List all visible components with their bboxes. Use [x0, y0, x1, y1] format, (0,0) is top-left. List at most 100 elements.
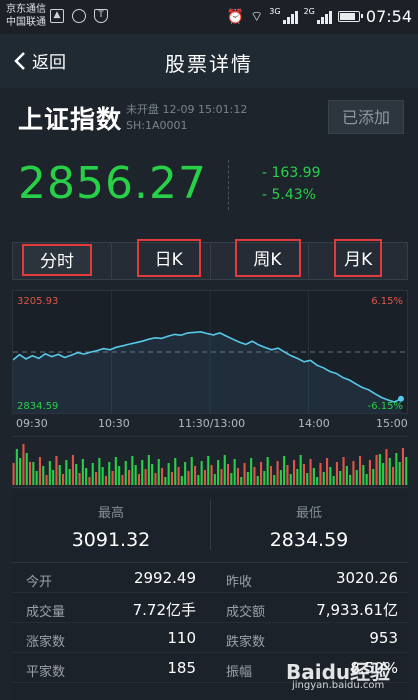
image-icon: ▲ — [50, 9, 64, 23]
volume-bar — [276, 461, 279, 485]
added-button[interactable]: 已添加 — [328, 100, 404, 134]
tab-intraday[interactable]: 分时 — [13, 243, 112, 279]
volume-bar — [289, 474, 292, 485]
volume-bar — [177, 467, 180, 485]
volume-bar — [220, 469, 223, 485]
volume-bar — [32, 462, 35, 485]
volume-bar — [256, 476, 259, 485]
tab-label: 月K — [334, 239, 383, 277]
volume-bar — [98, 458, 101, 485]
stat-label: 涨家数 — [26, 635, 66, 650]
time-tick: 09:30 — [16, 417, 48, 430]
time-tick: 10:30 — [98, 417, 130, 430]
low-value: 2834.59 — [269, 529, 349, 551]
volume-bar — [167, 463, 170, 485]
intraday-chart[interactable]: 3205.93 2834.59 6.15% -6.15% — [12, 290, 408, 414]
volume-bar — [118, 466, 121, 485]
stat-label: 成交量 — [26, 605, 66, 620]
volume-bar — [312, 468, 315, 485]
battery-icon — [337, 11, 363, 22]
volume-bar — [78, 473, 81, 485]
volume-bar — [365, 474, 368, 485]
volume-bar — [388, 458, 391, 485]
tab-label: 周K — [234, 239, 301, 277]
volume-bar — [121, 475, 124, 485]
volume-bar — [131, 456, 134, 485]
stat-value: 2992.49 — [133, 569, 196, 587]
volume-bar — [250, 458, 253, 485]
volume-bar — [65, 460, 68, 485]
divider — [228, 160, 229, 210]
volume-bar — [45, 475, 48, 485]
pct-axis-low: -6.15% — [367, 401, 403, 412]
signal-icon-2 — [316, 10, 332, 24]
price-area — [13, 331, 401, 413]
pct-axis-high: 6.15% — [371, 296, 403, 307]
high-block: 最高 3091.32 — [12, 490, 210, 556]
volume-bar — [401, 448, 404, 485]
volume-bar — [375, 455, 378, 485]
volume-bar — [200, 461, 203, 485]
volume-bar — [29, 462, 32, 485]
signal-icon — [282, 10, 298, 24]
stat-label: 跌家数 — [226, 635, 266, 650]
nav-bar: 返回 股票详情 — [0, 34, 418, 89]
volume-bar — [48, 461, 51, 485]
change-value: - 163.99 — [262, 165, 321, 181]
change-percent: - 5.43% — [262, 187, 316, 203]
volume-bar — [134, 465, 137, 485]
volume-bar — [283, 456, 286, 485]
high-value: 3091.32 — [71, 529, 151, 551]
stat-label: 成交额 — [226, 605, 266, 620]
volume-bar — [398, 462, 401, 485]
volume-bar — [15, 449, 18, 485]
price-change: - 163.99 - 5.43% — [262, 162, 321, 206]
volume-bar — [81, 459, 84, 485]
volume-bar — [316, 477, 319, 485]
volume-bar — [395, 453, 398, 485]
low-block: 最低 2834.59 — [210, 490, 408, 556]
volume-bar — [141, 460, 144, 485]
y-axis-high: 3205.93 — [17, 296, 59, 307]
volume-bar — [71, 455, 74, 485]
watermark-url: jingyan.baidu.com — [292, 680, 385, 691]
stock-header: 上证指数 未开盘 12-09 15:01:12 SH:1A0001 已添加 28… — [0, 88, 418, 238]
volume-bar — [240, 477, 243, 485]
volume-bar — [352, 461, 355, 485]
volume-bar — [260, 462, 263, 485]
price-line-chart — [13, 291, 407, 413]
volume-bar — [332, 476, 335, 485]
volume-bar — [368, 460, 371, 485]
volume-bar — [233, 459, 236, 485]
volume-bar — [108, 462, 111, 485]
volume-bar — [62, 474, 65, 485]
volume-bar — [42, 466, 45, 485]
volume-bar — [58, 465, 61, 485]
time-tick: 11:30/13:00 — [178, 417, 246, 430]
tab-daily-k[interactable]: 日K — [112, 239, 211, 279]
volume-bar — [243, 463, 246, 485]
volume-bar — [38, 457, 41, 485]
volume-bar — [104, 476, 107, 485]
volume-bar — [111, 471, 114, 485]
volume-bar — [306, 473, 309, 485]
chart-tabs: 分时 日K 周K 月K — [12, 239, 408, 280]
back-button[interactable]: 返回 — [14, 48, 66, 73]
volume-bar — [154, 473, 157, 485]
volume-bar — [19, 458, 22, 485]
tab-monthly-k[interactable]: 月K — [309, 239, 407, 279]
volume-bar — [230, 473, 233, 485]
volume-bar — [372, 469, 375, 485]
tab-weekly-k[interactable]: 周K — [211, 239, 310, 279]
shield-icon: T — [94, 9, 108, 23]
volume-bar — [101, 467, 104, 485]
stat-value: 3020.26 — [335, 569, 398, 587]
volume-bar — [114, 457, 117, 485]
stat-value: 953 — [369, 629, 398, 647]
volume-bar — [85, 468, 88, 485]
notification-icons: ▲ T — [50, 9, 108, 23]
carrier-line-1: 京东通信 — [6, 4, 46, 15]
volume-bar — [184, 462, 187, 485]
volume-bar — [382, 463, 385, 485]
volume-bar — [137, 474, 140, 485]
